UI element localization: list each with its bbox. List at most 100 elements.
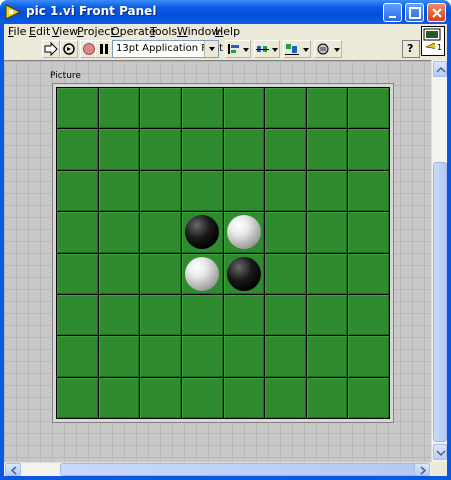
board-cell[interactable] [265, 294, 306, 336]
board-cell[interactable] [348, 170, 389, 212]
board-cell[interactable] [181, 294, 223, 336]
board-cell[interactable] [348, 294, 389, 336]
menu-view[interactable]: View [52, 25, 78, 38]
resize-objects-button[interactable] [283, 40, 311, 58]
board-cell[interactable] [223, 253, 265, 294]
board-cell[interactable] [98, 294, 140, 336]
board-cell[interactable] [223, 294, 265, 336]
scroll-down-button[interactable] [433, 444, 447, 460]
menu-project[interactable]: Project [77, 25, 115, 38]
distribute-objects-icon [256, 46, 278, 52]
horizontal-scroll-thumb[interactable] [60, 463, 420, 476]
board-cell[interactable] [265, 170, 306, 212]
board-cell[interactable] [98, 170, 140, 212]
vertical-scroll-thumb[interactable] [433, 162, 447, 442]
reorder-button[interactable] [314, 40, 342, 58]
board-cell[interactable] [348, 129, 389, 170]
board-cell[interactable] [181, 170, 223, 212]
maximize-button[interactable] [405, 3, 424, 22]
board-cell[interactable] [57, 170, 98, 212]
close-button[interactable] [427, 3, 446, 22]
board-cell[interactable] [223, 212, 265, 253]
board-cell[interactable] [140, 88, 181, 129]
minimize-button[interactable] [383, 3, 402, 22]
board-cell[interactable] [265, 377, 306, 418]
board-cell[interactable] [306, 212, 348, 253]
vi-icon[interactable]: 1 [421, 26, 445, 56]
othello-board[interactable] [56, 87, 390, 419]
board-cell[interactable] [223, 88, 265, 129]
board-cell[interactable] [57, 129, 98, 170]
board-cell[interactable] [57, 294, 98, 336]
board-cell[interactable] [181, 129, 223, 170]
board-cell[interactable] [57, 336, 98, 377]
board-cell[interactable] [348, 88, 389, 129]
board-cell[interactable] [98, 253, 140, 294]
board-cell[interactable] [306, 294, 348, 336]
board-cell[interactable] [98, 88, 140, 129]
menu-edit[interactable]: Edit [29, 25, 50, 38]
board-cell[interactable] [223, 129, 265, 170]
font-select[interactable]: 13pt Application Font [112, 40, 223, 58]
client-area: File Edit View Project Operate Tools Win… [4, 24, 447, 476]
menu-file[interactable]: File [8, 25, 26, 38]
board-cell[interactable] [265, 88, 306, 129]
run-continuously-button[interactable] [60, 40, 78, 58]
board-cell[interactable] [306, 129, 348, 170]
board-cell[interactable] [265, 336, 306, 377]
board-cell[interactable] [348, 377, 389, 418]
board-cell[interactable] [265, 129, 306, 170]
board-cell[interactable] [181, 336, 223, 377]
scroll-up-button[interactable] [433, 61, 447, 77]
scrollbar-corner [431, 462, 447, 476]
vertical-scrollbar[interactable] [431, 60, 447, 462]
board-cell[interactable] [98, 212, 140, 253]
board-cell[interactable] [57, 212, 98, 253]
front-panel-canvas[interactable]: Picture [4, 60, 431, 462]
board-cell[interactable] [223, 170, 265, 212]
picture-control[interactable] [52, 83, 394, 423]
board-cell[interactable] [140, 336, 181, 377]
menu-tools[interactable]: Tools [150, 25, 177, 38]
menu-help[interactable]: Help [215, 25, 240, 38]
board-cell[interactable] [348, 253, 389, 294]
board-cell[interactable] [223, 336, 265, 377]
font-select-arrow[interactable] [204, 41, 218, 57]
distribute-objects-button[interactable] [254, 40, 280, 58]
board-cell[interactable] [306, 336, 348, 377]
pause-button[interactable] [95, 40, 113, 58]
board-cell[interactable] [98, 129, 140, 170]
board-cell[interactable] [57, 377, 98, 418]
board-cell[interactable] [140, 170, 181, 212]
board-cell[interactable] [348, 212, 389, 253]
board-cell[interactable] [98, 377, 140, 418]
scroll-left-button[interactable] [5, 463, 21, 476]
board-cell[interactable] [98, 336, 140, 377]
board-cell[interactable] [140, 212, 181, 253]
board-cell[interactable] [140, 129, 181, 170]
board-cell[interactable] [223, 377, 265, 418]
run-button[interactable] [42, 40, 60, 58]
context-help-button[interactable]: ? [402, 40, 420, 58]
board-cell[interactable] [265, 253, 306, 294]
board-cell[interactable] [348, 336, 389, 377]
board-cell[interactable] [181, 212, 223, 253]
board-cell[interactable] [306, 88, 348, 129]
board-cell[interactable] [181, 253, 223, 294]
board-cell[interactable] [306, 377, 348, 418]
board-cell[interactable] [306, 170, 348, 212]
board-cell[interactable] [265, 212, 306, 253]
board-cell[interactable] [306, 253, 348, 294]
scroll-right-button[interactable] [414, 463, 430, 476]
horizontal-scrollbar[interactable] [4, 462, 431, 476]
board-cell[interactable] [181, 377, 223, 418]
align-objects-button[interactable] [225, 40, 251, 58]
board-cell[interactable] [57, 88, 98, 129]
board-cell[interactable] [57, 253, 98, 294]
menu-window[interactable]: Window [177, 25, 220, 38]
board-cell[interactable] [140, 377, 181, 418]
board-cell[interactable] [140, 253, 181, 294]
board-cell[interactable] [140, 294, 181, 336]
title-bar[interactable]: pic 1.vi Front Panel [0, 0, 451, 24]
board-cell[interactable] [181, 88, 223, 129]
